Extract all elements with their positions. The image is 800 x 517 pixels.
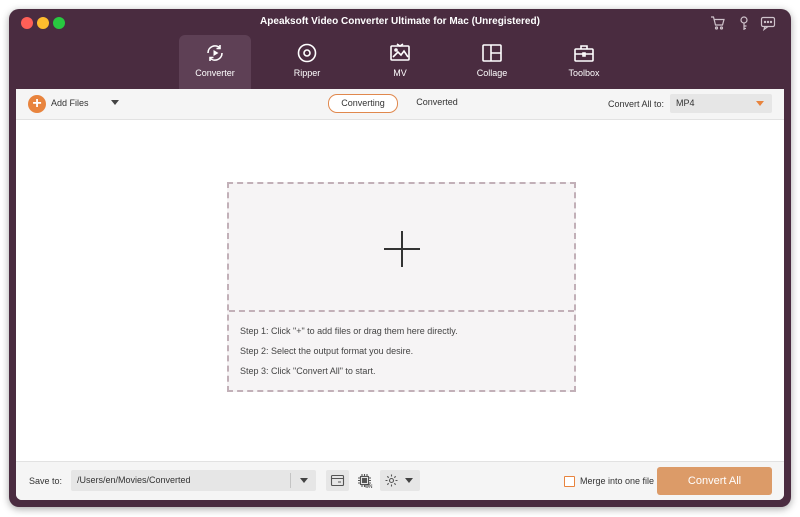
collage-icon [482, 44, 502, 62]
cart-icon[interactable] [710, 15, 726, 31]
chevron-down-icon [756, 101, 764, 106]
tab-converter-label: Converter [195, 68, 235, 78]
toolbox-icon [574, 45, 594, 62]
save-path-field[interactable]: /Users/en/Movies/Converted [71, 470, 316, 491]
tab-collage[interactable]: Collage [456, 35, 528, 89]
converter-panel: + Add Files Converting Converted Convert… [16, 89, 784, 500]
hw-accel-on-badge: ON [365, 484, 373, 490]
add-file-area[interactable] [229, 184, 574, 312]
plus-icon-vertical [401, 231, 403, 267]
tab-mv-label: MV [393, 68, 407, 78]
tab-converted[interactable]: Converted [410, 94, 464, 111]
file-drop-zone[interactable]: Step 1: Click "+" to add files or drag t… [227, 182, 576, 392]
gear-icon [385, 474, 398, 487]
converter-icon [207, 45, 223, 61]
save-to-label: Save to: [29, 476, 63, 486]
bottom-bar: Save to: /Users/en/Movies/Converted ON M… [16, 461, 784, 500]
tab-converter[interactable]: Converter [179, 35, 251, 89]
chevron-down-icon [405, 478, 413, 483]
chat-icon[interactable] [760, 15, 776, 32]
converter-toolbar: + Add Files Converting Converted Convert… [16, 89, 784, 120]
window-title: Apeaksoft Video Converter Ultimate for M… [260, 16, 540, 27]
merge-checkbox[interactable] [564, 476, 575, 487]
folder-icon [330, 474, 345, 487]
disc-icon [297, 43, 317, 63]
tab-collage-label: Collage [476, 68, 508, 78]
step-2-text: Step 2: Select the output format you des… [240, 346, 414, 356]
title-bar: Apeaksoft Video Converter Ultimate for M… [9, 9, 791, 35]
tab-ripper[interactable]: Ripper [271, 35, 343, 89]
output-format-select[interactable]: MP4 [670, 94, 772, 113]
merge-label: Merge into one file [580, 476, 655, 486]
tab-toolbox-label: Toolbox [568, 68, 600, 78]
add-icon: + [28, 95, 46, 113]
tab-ripper-label: Ripper [293, 68, 321, 78]
mv-icon [390, 43, 410, 61]
main-nav-tabs: Converter Ripper MV Collage Toolbox [9, 35, 791, 89]
save-path-dropdown-icon[interactable] [300, 478, 308, 483]
add-files-dropdown-icon[interactable] [111, 100, 119, 105]
tab-toolbox[interactable]: Toolbox [548, 35, 620, 89]
settings-button[interactable] [380, 470, 420, 491]
key-icon[interactable] [736, 15, 752, 31]
step-3-text: Step 3: Click "Convert All" to start. [240, 366, 376, 376]
open-folder-button[interactable] [326, 470, 349, 491]
tab-mv[interactable]: MV [364, 35, 436, 89]
step-1-text: Step 1: Click "+" to add files or drag t… [240, 326, 458, 336]
save-path-value: /Users/en/Movies/Converted [77, 475, 191, 485]
convert-all-to-label: Convert All to: [608, 99, 665, 109]
convert-all-button[interactable]: Convert All [657, 467, 772, 495]
tab-converting[interactable]: Converting [328, 94, 398, 113]
hardware-acceleration-button[interactable]: ON [353, 470, 376, 491]
divider [290, 473, 291, 488]
app-window: Apeaksoft Video Converter Ultimate for M… [9, 9, 791, 507]
add-files-label: Add Files [51, 98, 89, 108]
output-format-value: MP4 [676, 98, 695, 108]
